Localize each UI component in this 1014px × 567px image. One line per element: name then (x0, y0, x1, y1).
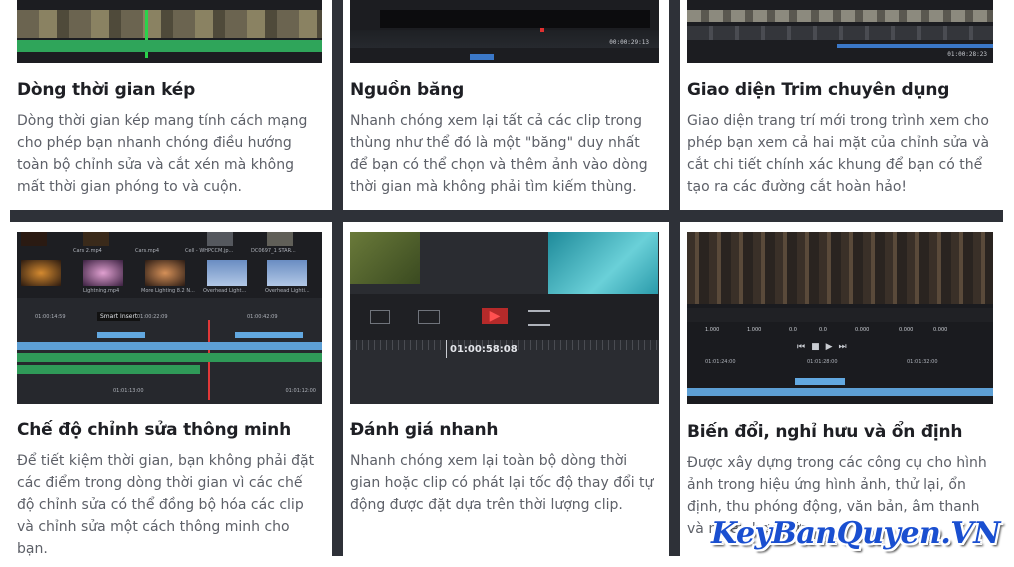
video-clip (97, 332, 145, 338)
trim-interface-thumbnail: 01:00:28:23 (687, 0, 993, 63)
clip-label: Overhead Lighti... (265, 288, 310, 294)
clip-thumb (267, 260, 307, 286)
transform-toolbar (687, 308, 993, 322)
feature-title: Dòng thời gian kép (17, 80, 196, 100)
feature-card-quick-review: ▶ 01:00:58:08 Đánh giá nhanh Nhanh chóng… (343, 222, 669, 556)
audio-track (17, 353, 322, 362)
feature-description: Dòng thời gian kép mang tính cách mạng c… (17, 113, 308, 195)
feature-title: Nguồn băng (350, 80, 465, 100)
clip-thumb (83, 260, 123, 286)
timeline-viewer (548, 232, 658, 294)
trim-bar (837, 44, 993, 48)
param: 0.000 (933, 327, 948, 333)
param: 0.000 (855, 327, 870, 333)
feature-title: Biến đổi, nghỉ hưu và ổn định (687, 422, 963, 442)
ruler-time: 01:00:22:09 (137, 314, 168, 320)
media-icon (370, 310, 390, 324)
ruler-time: 01:00:42:09 (247, 314, 278, 320)
source-tape-thumbnail: 00:00:29:13 (350, 0, 659, 63)
audio-icon (418, 310, 440, 324)
feature-grid: Dòng thời gian kép Dòng thời gian kép ma… (10, 0, 1003, 556)
ruler-time: 01:01:32:00 (907, 359, 938, 365)
ruler-time: 01:01:24:00 (705, 359, 736, 365)
param: 1.000 (747, 327, 762, 333)
clip-label: More Lighting 8.2 N... (141, 288, 195, 294)
feature-card-dual-timeline: Dòng thời gian kép Dòng thời gian kép ma… (10, 0, 332, 210)
feature-card-trim-interface: 01:00:28:23 Giao diện Trim chuyên dụng G… (680, 0, 1003, 210)
dual-timeline-thumbnail (17, 0, 322, 63)
source-bar (470, 54, 494, 60)
ruler-time: 01:01:13:00 (113, 388, 144, 394)
trim-strip (687, 26, 993, 40)
clip-thumb (83, 232, 109, 246)
viewer-image (687, 232, 993, 304)
feature-card-smart-edit: Cars 2.mp4 Cars.mp4 Cell - WHPCCM.jp... … (10, 222, 332, 556)
ruler-time: 01:01:28:00 (807, 359, 838, 365)
smart-insert-tooltip: Smart Insert (97, 312, 141, 321)
filmstrip (17, 10, 322, 38)
feature-description: Nhanh chóng xem lại tất cả các clip tron… (350, 113, 648, 195)
feature-card-source-tape: 00:00:29:13 Nguồn băng Nhanh chóng xem l… (343, 0, 669, 210)
clip-thumb (145, 260, 185, 286)
feature-description: Để tiết kiệm thời gian, bạn không phải đ… (17, 453, 315, 556)
audio-track (17, 40, 322, 52)
ruler-time: 01:00:14:59 (35, 314, 66, 320)
trim-timecode: 01:00:28:23 (947, 51, 987, 58)
source-viewer (350, 232, 420, 284)
clip-label: Lightning.mp4 (83, 288, 120, 294)
clip-thumb (21, 232, 47, 246)
video-track (17, 342, 322, 350)
quick-review-thumbnail: ▶ 01:00:58:08 (350, 232, 659, 404)
filmstrip (687, 10, 993, 22)
fast-review-button[interactable]: ▶ (482, 308, 508, 324)
playhead (446, 340, 447, 358)
video-track (687, 388, 993, 396)
transport-controls[interactable]: ⏮■▶⏭ (797, 342, 853, 352)
video-clip (795, 378, 845, 385)
feature-description: Nhanh chóng xem lại toàn bộ dòng thời gi… (350, 453, 654, 513)
param: 0.0 (789, 327, 797, 333)
feature-title: Giao diện Trim chuyên dụng (687, 80, 950, 100)
clip-label: Cars 2.mp4 (73, 248, 102, 254)
smart-edit-thumbnail: Cars 2.mp4 Cars.mp4 Cell - WHPCCM.jp... … (17, 232, 322, 404)
clip-thumb (267, 232, 293, 246)
clip-thumb (21, 260, 61, 286)
clip-thumb (207, 260, 247, 286)
param: 0.000 (899, 327, 914, 333)
source-marker (540, 28, 544, 32)
feature-description: Giao diện trang trí mới trong trình xem … (687, 113, 990, 195)
feature-title: Chế độ chỉnh sửa thông minh (17, 420, 291, 440)
source-timecode: 00:00:29:13 (609, 39, 649, 46)
watermark: KeyBanQuyen.VN (711, 516, 1000, 551)
viewer-frame (380, 10, 650, 28)
audio-track (17, 365, 200, 374)
settings-icon[interactable] (528, 310, 550, 326)
ruler-time: 01:01:12:00 (285, 388, 316, 394)
feature-card-transform: 1.000 1.000 0.0 0.0 0.000 0.000 0.000 ⏮■… (680, 222, 1003, 556)
param: 1.000 (705, 327, 720, 333)
clip-label: Cell - WHPCCM.jp... (185, 248, 234, 254)
review-timecode: 01:00:58:08 (450, 344, 518, 355)
param: 0.0 (819, 327, 827, 333)
feature-title: Đánh giá nhanh (350, 420, 499, 440)
transform-thumbnail: 1.000 1.000 0.0 0.0 0.000 0.000 0.000 ⏮■… (687, 232, 993, 404)
media-pool: Cars 2.mp4 Cars.mp4 Cell - WHPCCM.jp... … (17, 232, 322, 298)
clip-label: Cars.mp4 (135, 248, 160, 254)
clip-label: DC0697_1 STAR... (251, 248, 296, 254)
clip-label: Overhead Light... (203, 288, 247, 294)
clip-thumb (207, 232, 233, 246)
video-clip (235, 332, 303, 338)
